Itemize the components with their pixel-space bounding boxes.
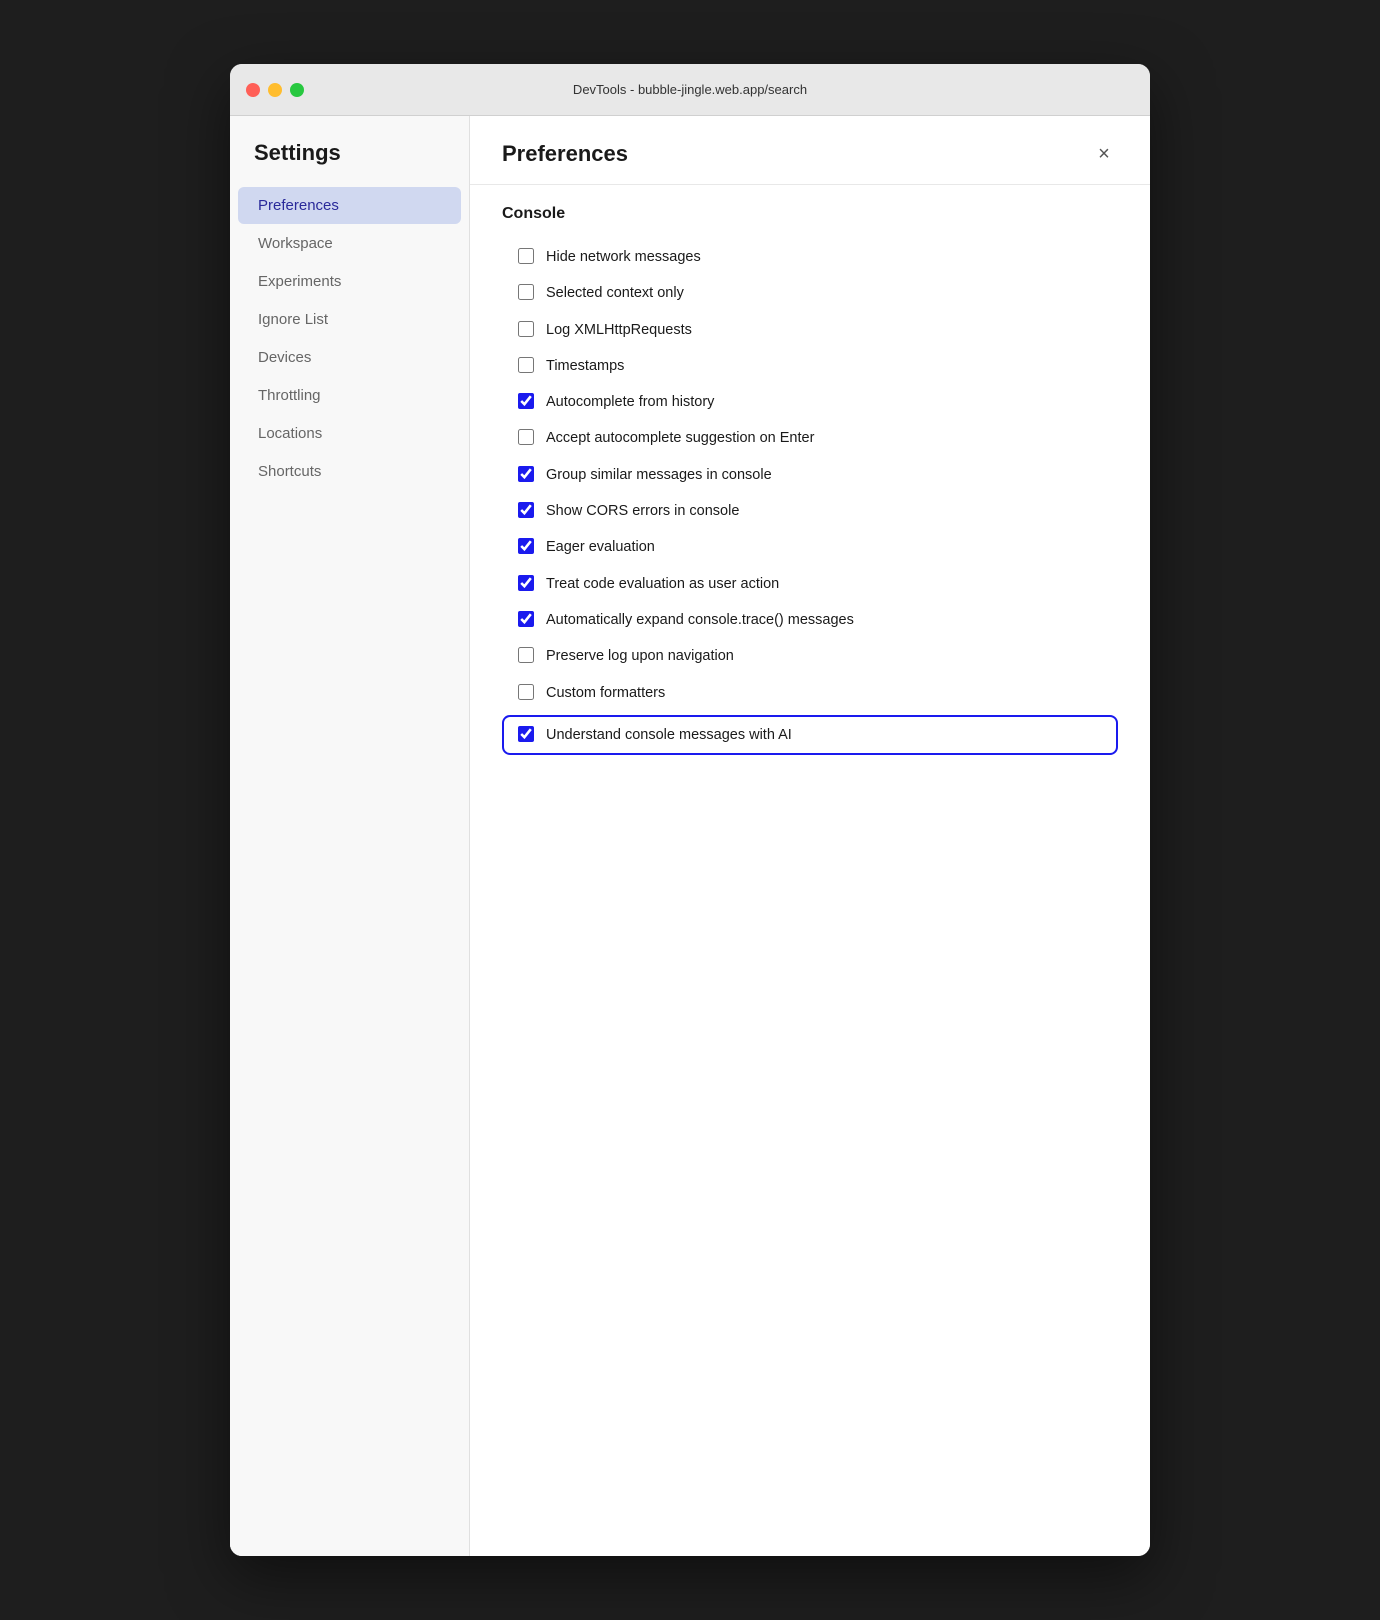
window-title: DevTools - bubble-jingle.web.app/search <box>573 82 807 97</box>
checkbox-label-understand-console-ai[interactable]: Understand console messages with AI <box>546 725 792 745</box>
checkbox-item-treat-code-evaluation: Treat code evaluation as user action <box>502 566 1118 602</box>
maximize-traffic-light[interactable] <box>290 83 304 97</box>
checkbox-item-selected-context-only: Selected context only <box>502 275 1118 311</box>
traffic-lights <box>246 83 304 97</box>
main-header: Preferences × <box>470 116 1150 185</box>
checkbox-item-eager-evaluation: Eager evaluation <box>502 529 1118 565</box>
sidebar-item-experiments[interactable]: Experiments <box>238 263 461 300</box>
checkbox-auto-expand-console-trace[interactable] <box>518 611 534 627</box>
checkbox-label-timestamps[interactable]: Timestamps <box>546 356 624 376</box>
checkbox-label-eager-evaluation[interactable]: Eager evaluation <box>546 537 655 557</box>
checkbox-label-log-xmlhttprequests[interactable]: Log XMLHttpRequests <box>546 320 692 340</box>
checkbox-treat-code-evaluation[interactable] <box>518 575 534 591</box>
sidebar-item-workspace[interactable]: Workspace <box>238 225 461 262</box>
titlebar: DevTools - bubble-jingle.web.app/search <box>230 64 1150 116</box>
checkbox-item-group-similar-messages: Group similar messages in console <box>502 457 1118 493</box>
checkbox-item-autocomplete-from-history: Autocomplete from history <box>502 384 1118 420</box>
checkbox-label-hide-network-messages[interactable]: Hide network messages <box>546 247 701 267</box>
checkbox-timestamps[interactable] <box>518 357 534 373</box>
main-content: Preferences × Console Hide network messag… <box>470 116 1150 1556</box>
checkbox-label-selected-context-only[interactable]: Selected context only <box>546 283 684 303</box>
window-content: Settings PreferencesWorkspaceExperiments… <box>230 116 1150 1556</box>
settings-scroll-area[interactable]: Console Hide network messages Selected con… <box>470 185 1150 1556</box>
checkbox-label-preserve-log[interactable]: Preserve log upon navigation <box>546 646 734 666</box>
sidebar-item-locations[interactable]: Locations <box>238 415 461 452</box>
checkbox-autocomplete-from-history[interactable] <box>518 393 534 409</box>
checkbox-item-accept-autocomplete-suggestion: Accept autocomplete suggestion on Enter <box>502 420 1118 456</box>
checkbox-understand-console-ai[interactable] <box>518 726 534 742</box>
checkbox-item-preserve-log: Preserve log upon navigation <box>502 638 1118 674</box>
sidebar-item-ignore-list[interactable]: Ignore List <box>238 301 461 338</box>
checkbox-label-group-similar-messages[interactable]: Group similar messages in console <box>546 465 772 485</box>
checkbox-group-similar-messages[interactable] <box>518 466 534 482</box>
section-title-console: Console <box>502 205 1118 223</box>
checkbox-label-autocomplete-from-history[interactable]: Autocomplete from history <box>546 392 714 412</box>
close-settings-button[interactable]: × <box>1090 140 1118 168</box>
checkbox-item-show-cors-errors: Show CORS errors in console <box>502 493 1118 529</box>
checkbox-label-custom-formatters[interactable]: Custom formatters <box>546 683 665 703</box>
checkbox-selected-context-only[interactable] <box>518 284 534 300</box>
checkbox-accept-autocomplete-suggestion[interactable] <box>518 429 534 445</box>
checkbox-label-auto-expand-console-trace[interactable]: Automatically expand console.trace() mes… <box>546 610 854 630</box>
sidebar-item-preferences[interactable]: Preferences <box>238 187 461 224</box>
checkbox-item-timestamps: Timestamps <box>502 348 1118 384</box>
checkbox-item-log-xmlhttprequests: Log XMLHttpRequests <box>502 312 1118 348</box>
checkbox-label-treat-code-evaluation[interactable]: Treat code evaluation as user action <box>546 574 779 594</box>
section-console: Console Hide network messages Selected con… <box>502 205 1118 755</box>
checkbox-log-xmlhttprequests[interactable] <box>518 321 534 337</box>
sidebar-item-shortcuts[interactable]: Shortcuts <box>238 453 461 490</box>
checkbox-custom-formatters[interactable] <box>518 684 534 700</box>
checkbox-item-understand-console-ai: Understand console messages with AI <box>502 715 1118 755</box>
sidebar-heading: Settings <box>230 140 469 186</box>
sidebar-item-devices[interactable]: Devices <box>238 339 461 376</box>
devtools-window: DevTools - bubble-jingle.web.app/search … <box>230 64 1150 1556</box>
checkbox-item-hide-network-messages: Hide network messages <box>502 239 1118 275</box>
sidebar-item-throttling[interactable]: Throttling <box>238 377 461 414</box>
checkbox-item-auto-expand-console-trace: Automatically expand console.trace() mes… <box>502 602 1118 638</box>
checkbox-show-cors-errors[interactable] <box>518 502 534 518</box>
checkbox-label-show-cors-errors[interactable]: Show CORS errors in console <box>546 501 739 521</box>
sidebar: Settings PreferencesWorkspaceExperiments… <box>230 116 470 1556</box>
checkbox-eager-evaluation[interactable] <box>518 538 534 554</box>
checkbox-hide-network-messages[interactable] <box>518 248 534 264</box>
close-traffic-light[interactable] <box>246 83 260 97</box>
checkbox-preserve-log[interactable] <box>518 647 534 663</box>
checkbox-item-custom-formatters: Custom formatters <box>502 675 1118 711</box>
minimize-traffic-light[interactable] <box>268 83 282 97</box>
checkbox-label-accept-autocomplete-suggestion[interactable]: Accept autocomplete suggestion on Enter <box>546 428 814 448</box>
main-title: Preferences <box>502 141 628 167</box>
